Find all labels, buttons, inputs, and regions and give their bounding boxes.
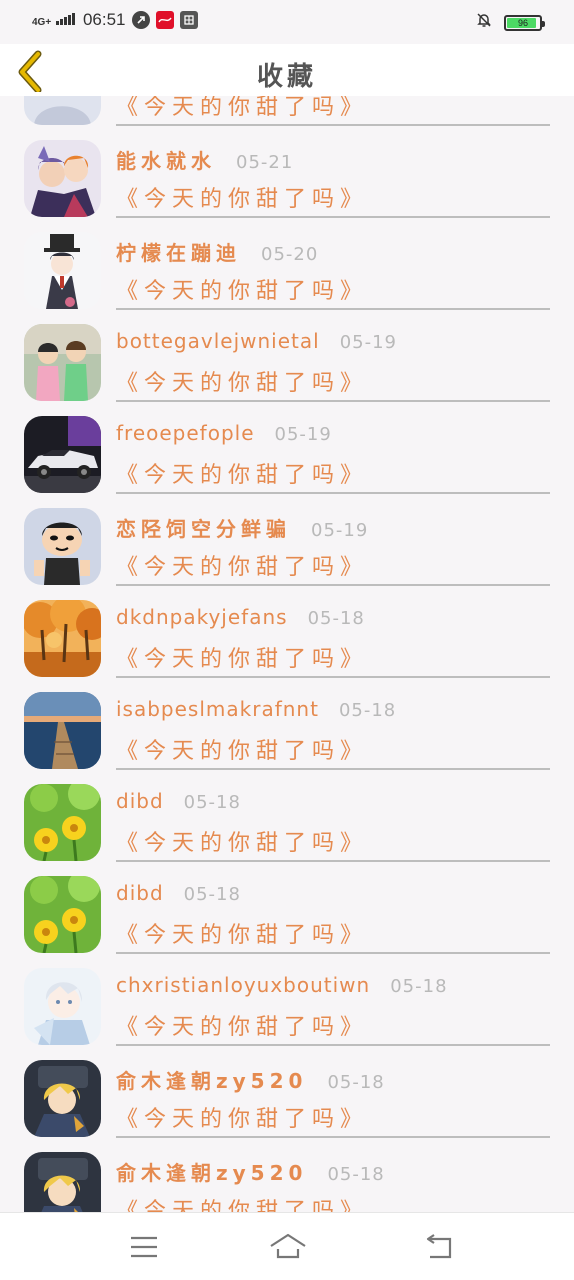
- favorite-title[interactable]: 《今天的你甜了吗》: [116, 1193, 368, 1212]
- item-date: 05-20: [261, 244, 319, 265]
- menu-icon: [131, 1236, 157, 1258]
- user-name[interactable]: 俞木逢朝zy520: [116, 1157, 307, 1186]
- item-date: 05-18: [390, 976, 448, 997]
- user-name[interactable]: freoepefople: [116, 421, 255, 445]
- list-item[interactable]: 俞木逢朝zy520 05-18 《今天的你甜了吗》: [0, 1137, 574, 1212]
- notification-red-app-icon: [155, 11, 174, 29]
- list-item[interactable]: dibd 05-18 《今天的你甜了吗》: [0, 861, 574, 954]
- item-meta: chxristianloyuxboutiwn 05-18: [116, 973, 448, 1005]
- item-meta: dkdnpakyjefans 05-18: [116, 605, 365, 637]
- menu-button[interactable]: [126, 1231, 162, 1263]
- user-avatar[interactable]: [24, 1060, 101, 1137]
- user-avatar[interactable]: [24, 416, 101, 493]
- user-avatar[interactable]: [24, 968, 101, 1045]
- item-date: 05-18: [307, 608, 365, 629]
- network-type: 4G+: [32, 16, 52, 28]
- favorite-title[interactable]: 《今天的你甜了吗》: [116, 1009, 368, 1041]
- user-name[interactable]: 俞木逢朝zy520: [116, 1065, 307, 1094]
- item-meta: isabpeslmakrafnnt 05-18: [116, 697, 396, 729]
- favorite-title[interactable]: 《今天的你甜了吗》: [116, 457, 368, 489]
- list-item[interactable]: 能水就水 05-21 《今天的你甜了吗》: [0, 125, 574, 218]
- item-date: 05-18: [183, 884, 241, 905]
- item-date: 05-18: [183, 792, 241, 813]
- item-date: 05-19: [339, 332, 397, 353]
- notification-game-app-icon: [179, 11, 198, 29]
- item-meta: dibd 05-18: [116, 789, 241, 821]
- battery-level: 96: [517, 17, 528, 28]
- favorites-list[interactable]: 《今天的你甜了吗》 能水就水 05-21 《今天的你甜了吗》 柠檬在蹦迪 05-20 《今天…: [0, 96, 574, 1212]
- page-title: 收藏: [256, 62, 317, 92]
- user-name[interactable]: dibd: [116, 881, 164, 905]
- back-icon: [426, 1234, 452, 1259]
- default-avatar-icon[interactable]: [24, 96, 101, 125]
- header: 收藏: [0, 44, 574, 96]
- battery-icon: 96: [504, 14, 545, 31]
- item-meta: 俞木逢朝zy520 05-18: [116, 1065, 385, 1097]
- item-meta: freoepefople 05-19: [116, 421, 332, 453]
- user-name[interactable]: bottegavlejwnietal: [116, 329, 320, 353]
- notification-app-icon: [131, 11, 150, 29]
- user-name[interactable]: 恋陉饲空分鲜骗: [116, 513, 291, 542]
- system-nav-bar: [0, 1212, 574, 1280]
- list-item[interactable]: dkdnpakyjefans 05-18 《今天的你甜了吗》: [0, 585, 574, 678]
- user-avatar[interactable]: [24, 508, 101, 585]
- item-meta: 俞木逢朝zy520 05-18: [116, 1157, 385, 1189]
- favorite-title[interactable]: 《今天的你甜了吗》: [116, 917, 368, 949]
- item-meta: 柠檬在蹦迪 05-20: [116, 237, 318, 269]
- favorite-title[interactable]: 《今天的你甜了吗》: [116, 96, 368, 121]
- favorite-title[interactable]: 《今天的你甜了吗》: [116, 365, 368, 397]
- user-avatar[interactable]: [24, 600, 101, 677]
- list-item[interactable]: 柠檬在蹦迪 05-20 《今天的你甜了吗》: [0, 217, 574, 310]
- item-date: 05-18: [338, 700, 397, 721]
- favorite-title[interactable]: 《今天的你甜了吗》: [116, 1101, 368, 1133]
- system-back-button[interactable]: [420, 1231, 456, 1263]
- signal-icon: 4G+: [32, 12, 75, 28]
- item-meta: 恋陉饲空分鲜骗 05-19: [116, 513, 368, 545]
- favorite-title[interactable]: 《今天的你甜了吗》: [116, 181, 368, 213]
- home-icon: [270, 1233, 306, 1259]
- status-bar: 4G+ 06:51 96: [0, 0, 574, 44]
- list-item[interactable]: dibd 05-18 《今天的你甜了吗》: [0, 769, 574, 862]
- user-name[interactable]: chxristianloyuxboutiwn: [116, 973, 370, 997]
- favorite-title[interactable]: 《今天的你甜了吗》: [116, 641, 368, 673]
- item-meta: 能水就水 05-21: [116, 145, 293, 177]
- list-item[interactable]: bottegavlejwnietal 05-19 《今天的你甜了吗》: [0, 309, 574, 402]
- user-avatar[interactable]: [24, 784, 101, 861]
- item-date: 05-21: [236, 152, 294, 173]
- list-item[interactable]: chxristianloyuxboutiwn 05-18 《今天的你甜了吗》: [0, 953, 574, 1046]
- item-date: 05-18: [327, 1164, 385, 1185]
- user-avatar[interactable]: [24, 140, 101, 217]
- item-meta: dibd 05-18: [116, 881, 241, 913]
- clock: 06:51: [82, 10, 126, 29]
- favorite-title[interactable]: 《今天的你甜了吗》: [116, 825, 368, 857]
- home-button[interactable]: [268, 1231, 308, 1263]
- user-name[interactable]: dibd: [116, 789, 164, 813]
- item-meta: bottegavlejwnietal 05-19: [116, 329, 397, 361]
- list-item[interactable]: 俞木逢朝zy520 05-18 《今天的你甜了吗》: [0, 1045, 574, 1138]
- user-name[interactable]: isabpeslmakrafnnt: [116, 697, 319, 721]
- favorite-title[interactable]: 《今天的你甜了吗》: [116, 733, 368, 765]
- user-avatar[interactable]: [24, 324, 101, 401]
- user-name[interactable]: 柠檬在蹦迪: [116, 237, 241, 266]
- list-item[interactable]: 《今天的你甜了吗》: [0, 96, 574, 126]
- item-date: 05-18: [327, 1072, 385, 1093]
- user-name[interactable]: dkdnpakyjefans: [116, 605, 288, 629]
- list-item[interactable]: freoepefople 05-19 《今天的你甜了吗》: [0, 401, 574, 494]
- user-avatar[interactable]: [24, 876, 101, 953]
- item-date: 05-19: [311, 520, 369, 541]
- favorite-title[interactable]: 《今天的你甜了吗》: [116, 273, 368, 305]
- list-item[interactable]: 恋陉饲空分鲜骗 05-19 《今天的你甜了吗》: [0, 493, 574, 586]
- user-avatar[interactable]: [24, 232, 101, 309]
- item-date: 05-19: [274, 424, 332, 445]
- favorite-title[interactable]: 《今天的你甜了吗》: [116, 549, 368, 581]
- user-avatar[interactable]: [24, 1152, 101, 1212]
- list-item[interactable]: isabpeslmakrafnnt 05-18 《今天的你甜了吗》: [0, 677, 574, 770]
- mute-bell-icon: [476, 12, 492, 33]
- user-avatar[interactable]: [24, 692, 101, 769]
- user-name[interactable]: 能水就水: [116, 145, 216, 174]
